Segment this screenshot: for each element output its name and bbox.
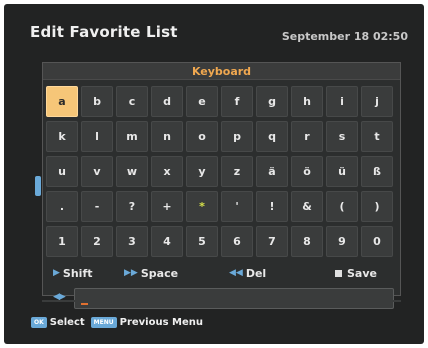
space-label: Space [140, 266, 179, 280]
menu-button-icon: MENU [90, 317, 117, 328]
key-1-9[interactable]: t [361, 121, 393, 152]
key-4-3[interactable]: 4 [151, 226, 183, 257]
input-row: ◀▶ [47, 288, 394, 309]
keyboard-title: Keyboard [191, 65, 252, 78]
key-1-7[interactable]: r [291, 121, 323, 152]
key-1-2[interactable]: m [116, 121, 148, 152]
key-2-9[interactable]: ß [361, 156, 393, 187]
play-icon: ▶ [53, 268, 60, 278]
key-0-1[interactable]: b [81, 86, 113, 117]
datetime: September 18 02:50 [281, 30, 408, 43]
menu-label: Previous Menu [119, 317, 204, 328]
key-0-5[interactable]: f [221, 86, 253, 117]
side-tab [35, 176, 41, 196]
key-3-8[interactable]: ( [326, 191, 358, 222]
key-2-1[interactable]: v [81, 156, 113, 187]
key-0-3[interactable]: d [151, 86, 183, 117]
key-3-6[interactable]: ! [256, 191, 288, 222]
del-label: Del [245, 266, 267, 280]
key-3-2[interactable]: ? [116, 191, 148, 222]
key-3-9[interactable]: ) [361, 191, 393, 222]
divider [42, 300, 401, 302]
key-2-8[interactable]: ü [326, 156, 358, 187]
space-button[interactable]: ▶▶ Space [124, 267, 178, 280]
key-0-2[interactable]: c [116, 86, 148, 117]
page-title: Edit Favorite List [30, 23, 178, 41]
key-0-4[interactable]: e [186, 86, 218, 117]
keyboard-panel: Keyboard abcdefghij klmnopqrst uvwxyzäöüß.… [42, 62, 401, 309]
key-1-6[interactable]: q [256, 121, 288, 152]
key-1-3[interactable]: n [151, 121, 183, 152]
key-1-0[interactable]: k [46, 121, 78, 152]
shift-button[interactable]: ▶ Shift [53, 267, 93, 280]
key-4-4[interactable]: 5 [186, 226, 218, 257]
save-label: Save [347, 266, 377, 280]
key-0-7[interactable]: h [291, 86, 323, 117]
key-4-2[interactable]: 3 [116, 226, 148, 257]
key-2-3[interactable]: x [151, 156, 183, 187]
key-3-0[interactable]: . [46, 191, 78, 222]
del-button[interactable]: ◀◀ Del [229, 267, 266, 280]
key-4-5[interactable]: 6 [221, 226, 253, 257]
key-1-1[interactable]: l [81, 121, 113, 152]
rewind-icon: ◀◀ [229, 268, 243, 278]
stop-icon [335, 269, 342, 277]
shift-label: Shift [62, 266, 93, 280]
key-3-4[interactable]: * [186, 191, 218, 222]
key-grid: a b c d e f g h i j k l m n o p q r s t u v w x y z ä ö ü ß. -? + * '! &()… [46, 86, 396, 257]
ok-label: Select [49, 317, 85, 328]
cursor [81, 303, 88, 305]
key-2-6[interactable]: ä [256, 156, 288, 187]
key-2-7[interactable]: ö [291, 156, 323, 187]
key-3-7[interactable]: & [291, 191, 323, 222]
key-3-5[interactable]: ' [221, 191, 253, 222]
key-3-1[interactable]: - [81, 191, 113, 222]
key-4-8[interactable]: 9 [326, 226, 358, 257]
key-2-4[interactable]: y [186, 156, 218, 187]
key-1-4[interactable]: o [186, 121, 218, 152]
key-4-1[interactable]: 2 [81, 226, 113, 257]
key-0-9[interactable]: j [361, 86, 393, 117]
ok-button-icon: OK [31, 317, 47, 328]
key-0-6[interactable]: g [256, 86, 288, 117]
key-0-8[interactable]: i [326, 86, 358, 117]
key-4-0[interactable]: 1 [46, 226, 78, 257]
key-1-8[interactable]: s [326, 121, 358, 152]
key-2-5[interactable]: z [221, 156, 253, 187]
key-2-2[interactable]: w [116, 156, 148, 187]
text-input[interactable] [74, 288, 394, 309]
key-0-0[interactable]: a [46, 86, 78, 117]
key-1-5[interactable]: p [221, 121, 253, 152]
footer-legend: OK Select MENU Previous Menu [31, 317, 203, 328]
function-row: ▶ Shift ▶▶ Space ◀◀ Del Save [46, 262, 396, 284]
key-4-6[interactable]: 7 [256, 226, 288, 257]
key-2-0[interactable]: u [46, 156, 78, 187]
key-4-9[interactable]: 0 [361, 226, 393, 257]
screen: Edit Favorite List September 18 02:50 Ke… [4, 4, 424, 344]
key-3-3[interactable]: + [151, 191, 183, 222]
save-button[interactable]: Save [335, 267, 377, 280]
key-4-7[interactable]: 8 [291, 226, 323, 257]
fast-forward-icon: ▶▶ [124, 268, 138, 278]
